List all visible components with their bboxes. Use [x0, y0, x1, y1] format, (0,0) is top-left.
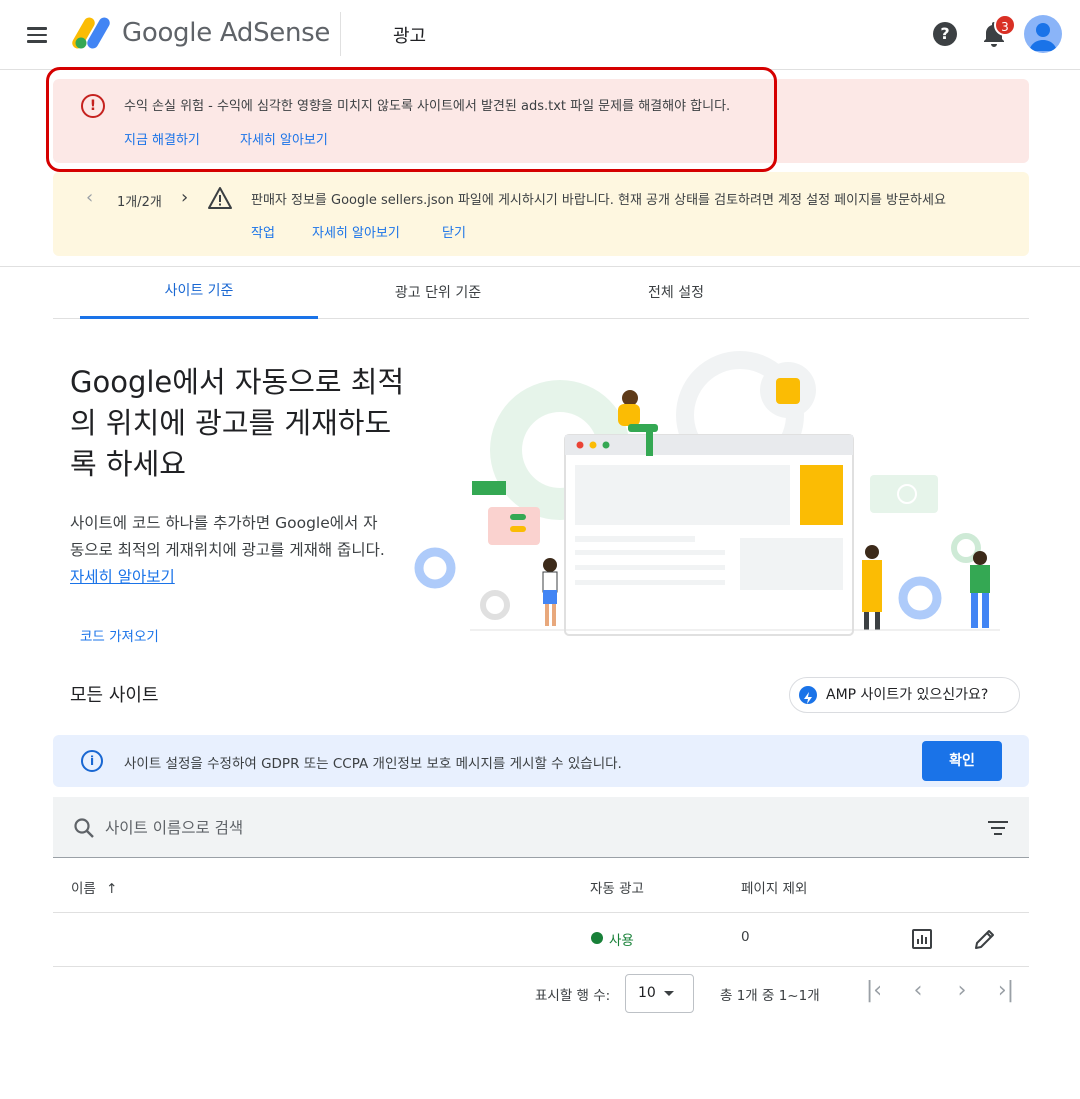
gear-icon [480, 590, 510, 620]
avatar[interactable] [1024, 15, 1062, 53]
chat-bubble [472, 481, 506, 495]
toggle-shape [510, 514, 526, 520]
confirm-button[interactable]: 확인 [922, 741, 1002, 781]
top-app-bar: Google AdSense 광고 ? 3 [0, 0, 1080, 70]
browser-dot [602, 441, 610, 449]
hero-description-text: 사이트에 코드 하나를 추가하면 Google에서 자동으로 최적의 게재위치에… [70, 514, 385, 559]
info-message: 사이트 설정을 수정하여 GDPR 또는 CCPA 개인정보 보호 메시지를 게… [124, 756, 622, 772]
warning-message: 판매자 정보를 Google sellers.json 파일에 게시하시기 바랍… [251, 193, 946, 208]
tab-by-site[interactable]: 사이트 기준 [80, 267, 318, 319]
help-icon[interactable]: ? [933, 22, 957, 46]
edit-pencil-icon[interactable] [973, 927, 997, 951]
learn-more-link[interactable]: 자세히 알아보기 [312, 222, 400, 241]
first-page-icon[interactable]: |‹ [862, 980, 886, 1004]
report-icon[interactable] [912, 929, 932, 949]
person-standing-figure [542, 558, 558, 626]
adsense-logo-icon [72, 17, 110, 49]
hero-description: 사이트에 코드 하나를 추가하면 Google에서 자동으로 최적의 게재위치에… [70, 510, 390, 591]
pagination-range: 총 1개 중 1~1개 [720, 988, 820, 1004]
gear-icon [898, 576, 942, 620]
status-dot-icon [591, 932, 603, 944]
coin-stack [776, 378, 800, 404]
content-block [575, 465, 790, 525]
excluded-pages-column-header: 페이지 제외 [741, 881, 808, 897]
hero-title: Google에서 자동으로 최적의 위치에 광고를 게재하도록 하세요 [70, 365, 405, 481]
bolt-icon [799, 686, 817, 704]
warning-triangle-icon [208, 187, 232, 209]
amp-sites-button[interactable]: AMP 사이트가 있으신가요? [789, 677, 1020, 713]
table-row: 사용 0 [53, 913, 1029, 967]
name-column-label: 이름 [71, 881, 96, 897]
content-block [740, 538, 843, 590]
text-line [575, 580, 725, 585]
menu-icon[interactable] [24, 22, 50, 48]
text-line [575, 536, 695, 542]
site-search-bar [53, 797, 1029, 858]
tab-all-settings[interactable]: 전체 설정 [557, 267, 795, 319]
excluded-pages-count: 0 [741, 929, 750, 945]
all-sites-heading: 모든 사이트 [70, 685, 159, 706]
error-circle-icon: ! [81, 94, 105, 118]
search-icon [74, 818, 94, 838]
dropdown-caret-icon [664, 991, 674, 996]
fix-now-link[interactable]: 지금 해결하기 [124, 129, 200, 148]
tab-bar: 사이트 기준 광고 단위 기준 전체 설정 [53, 267, 1029, 319]
auto-ads-status: 사용 [609, 933, 634, 949]
last-page-icon[interactable]: ›| [994, 980, 1018, 1004]
person-with-apron-figure [862, 545, 882, 630]
gdpr-info-banner: i 사이트 설정을 수정하여 GDPR 또는 CCPA 개인정보 보호 메시지를… [53, 735, 1029, 787]
site-search-input[interactable] [105, 811, 905, 845]
browser-dot [576, 441, 584, 449]
ad-block [800, 465, 843, 525]
sort-arrow-up-icon: ↑ [106, 881, 118, 897]
pager-next-icon[interactable]: › [181, 187, 188, 208]
next-page-icon[interactable]: › [950, 980, 974, 1004]
app-name[interactable]: Google AdSense [122, 18, 330, 48]
browser-dot [589, 441, 597, 449]
pager-prev-icon[interactable]: ‹ [86, 187, 93, 208]
text-line [575, 550, 725, 555]
person-waving-figure [970, 551, 990, 628]
sellers-json-warning-alert: ‹ 1개/2개 › 판매자 정보를 Google sellers.json 파일… [53, 172, 1029, 256]
rows-per-page-label: 표시할 행 수: [535, 988, 611, 1004]
rows-per-page-select[interactable]: 10 [625, 974, 694, 1013]
action-link[interactable]: 작업 [251, 222, 275, 241]
error-message: 수익 손실 위험 - 수익에 심각한 영향을 미치지 않도록 사이트에서 발견된… [124, 99, 731, 114]
ads-txt-error-alert: ! 수익 손실 위험 - 수익에 심각한 영향을 미치지 않도록 사이트에서 발… [53, 79, 1029, 163]
tab-by-ad-unit[interactable]: 광고 단위 기준 [319, 267, 557, 319]
auto-ads-illustration [414, 351, 1000, 636]
notification-badge: 3 [994, 14, 1016, 36]
pager-text: 1개/2개 [117, 195, 162, 210]
text-line [575, 565, 725, 570]
sites-table-header: 이름 ↑ 자동 광고 페이지 제외 [53, 858, 1029, 913]
close-link[interactable]: 닫기 [442, 222, 466, 241]
auto-ads-column-header: 자동 광고 [590, 881, 644, 897]
name-column-header[interactable]: 이름 ↑ [71, 877, 117, 897]
rows-per-page-value: 10 [638, 985, 656, 1001]
get-code-link[interactable]: 코드 가져오기 [80, 625, 159, 645]
toggle-shape [510, 526, 526, 532]
learn-more-link[interactable]: 자세히 알아보기 [240, 129, 328, 148]
header-divider [340, 12, 341, 56]
hero-learn-more-link[interactable]: 자세히 알아보기 [70, 568, 175, 586]
amp-sites-label: AMP 사이트가 있으신가요? [826, 687, 989, 703]
user-avatar-icon [1029, 23, 1057, 51]
profile-bubble [870, 475, 938, 513]
info-icon: i [81, 750, 103, 772]
prev-page-icon[interactable]: ‹ [906, 980, 930, 1004]
filter-icon[interactable] [987, 819, 1009, 837]
page-title: 광고 [393, 26, 427, 47]
table-pagination: 표시할 행 수: 10 총 1개 중 1~1개 |‹ ‹ › ›| [0, 970, 1080, 1016]
gear-icon [414, 547, 456, 589]
